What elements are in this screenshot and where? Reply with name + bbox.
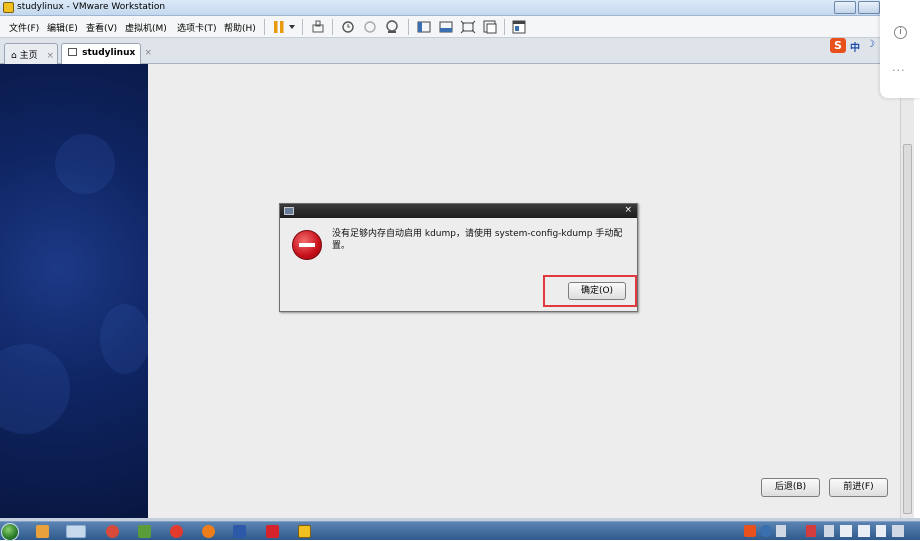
snapshot-icon[interactable] bbox=[340, 19, 356, 35]
close-icon[interactable]: × bbox=[144, 48, 152, 58]
fit-guest-icon[interactable] bbox=[460, 19, 476, 35]
ok-button[interactable]: 确定(O) bbox=[568, 282, 626, 300]
menu-tabs[interactable]: 选项卡(T) bbox=[177, 21, 217, 34]
highlight-box: 确定(O) bbox=[543, 275, 637, 307]
window-title: studylinux - VMware Workstation bbox=[17, 2, 166, 12]
sogou-tray-icon[interactable] bbox=[744, 525, 756, 537]
revert-snapshot-icon[interactable] bbox=[362, 19, 378, 35]
tray-icon[interactable] bbox=[892, 525, 904, 537]
ime-status-bar[interactable]: S 中 ☽ bbox=[830, 38, 880, 54]
maximize-button[interactable] bbox=[858, 1, 880, 14]
tray-icon[interactable] bbox=[840, 525, 852, 537]
vertical-scrollbar[interactable] bbox=[900, 64, 914, 518]
full-screen-icon[interactable] bbox=[416, 19, 432, 35]
tray-icon[interactable] bbox=[858, 525, 870, 537]
task-icon-4[interactable] bbox=[138, 525, 151, 538]
task-icon-2[interactable] bbox=[66, 525, 86, 538]
ime-mode-label: 中 bbox=[850, 43, 860, 54]
task-icon-5[interactable] bbox=[170, 525, 183, 538]
sidebar-decoration bbox=[55, 134, 115, 194]
task-icon-8[interactable] bbox=[266, 525, 279, 538]
sidebar-decoration bbox=[0, 344, 70, 434]
close-icon[interactable]: × bbox=[46, 51, 54, 61]
menu-edit[interactable]: 编辑(E) bbox=[47, 21, 78, 34]
more-icon[interactable]: ··· bbox=[892, 64, 906, 77]
pause-icon[interactable] bbox=[272, 19, 286, 35]
tab-label: 主页 bbox=[19, 51, 38, 61]
taskbar bbox=[0, 521, 920, 541]
dialog-close-button[interactable]: × bbox=[624, 205, 632, 215]
menu-help[interactable]: 帮助(H) bbox=[224, 21, 256, 34]
tray-icon[interactable] bbox=[776, 525, 786, 537]
installer-sidebar bbox=[0, 64, 150, 518]
menu-bar: 文件(F) 编辑(E) 查看(V) 虚拟机(M) 选项卡(T) 帮助(H) bbox=[0, 16, 880, 38]
dropdown-arrow-icon[interactable] bbox=[288, 19, 296, 35]
back-button[interactable]: 后退(B) bbox=[761, 478, 820, 497]
snapshot-manager-icon[interactable] bbox=[384, 19, 400, 35]
tab-bar: ⌂ 主页 × studylinux × bbox=[0, 38, 880, 65]
menu-file[interactable]: 文件(F) bbox=[9, 21, 39, 34]
tab-home[interactable]: ⌂ 主页 × bbox=[4, 43, 58, 64]
home-icon: ⌂ bbox=[11, 51, 17, 61]
task-icon-1[interactable] bbox=[36, 525, 49, 538]
menu-view[interactable]: 查看(V) bbox=[86, 21, 117, 34]
error-icon bbox=[292, 230, 322, 260]
task-icon-6[interactable] bbox=[202, 525, 215, 538]
toolbar-separator bbox=[408, 19, 409, 35]
menu-vm[interactable]: 虚拟机(M) bbox=[125, 21, 167, 34]
tab-studylinux[interactable]: studylinux × bbox=[61, 43, 152, 65]
toolbar-separator bbox=[332, 19, 333, 35]
sidebar-decoration bbox=[100, 304, 150, 374]
task-icon-3[interactable] bbox=[106, 525, 119, 538]
volume-icon[interactable] bbox=[876, 525, 886, 537]
moon-icon: ☽ bbox=[866, 39, 875, 50]
info-icon[interactable]: i bbox=[894, 26, 907, 39]
dialog-title-bar: × bbox=[280, 204, 637, 218]
task-icon-9[interactable] bbox=[298, 525, 311, 538]
start-icon[interactable] bbox=[1, 523, 19, 541]
minimize-button[interactable] bbox=[834, 1, 856, 14]
window-icon bbox=[284, 207, 294, 215]
window-controls bbox=[834, 1, 880, 14]
vmware-app-icon bbox=[3, 2, 14, 13]
tray-icon[interactable] bbox=[806, 525, 816, 537]
thumbnail-icon[interactable] bbox=[511, 19, 527, 35]
dialog-message: 没有足够内存自动启用 kdump，请使用 system-config-kdump… bbox=[332, 229, 623, 251]
error-dialog: × 没有足够内存自动启用 kdump，请使用 system-config-kdu… bbox=[279, 203, 638, 312]
tab-label: studylinux bbox=[82, 48, 136, 58]
scrollbar-thumb[interactable] bbox=[903, 144, 912, 514]
tray-icon[interactable] bbox=[824, 525, 834, 537]
sogou-logo-icon: S bbox=[830, 38, 846, 53]
next-button[interactable]: 前进(F) bbox=[829, 478, 888, 497]
console-view-icon[interactable] bbox=[482, 19, 498, 35]
toolbar-separator bbox=[264, 19, 265, 35]
vm-icon bbox=[68, 48, 77, 56]
send-keys-icon[interactable] bbox=[310, 19, 326, 35]
unity-icon[interactable] bbox=[438, 19, 454, 35]
toolbar-separator bbox=[302, 19, 303, 35]
side-panel: i ··· bbox=[880, 0, 920, 98]
tray-icon[interactable] bbox=[760, 525, 772, 537]
title-bar: studylinux - VMware Workstation bbox=[0, 0, 880, 16]
task-icon-7[interactable] bbox=[233, 525, 246, 538]
toolbar-separator bbox=[504, 19, 505, 35]
